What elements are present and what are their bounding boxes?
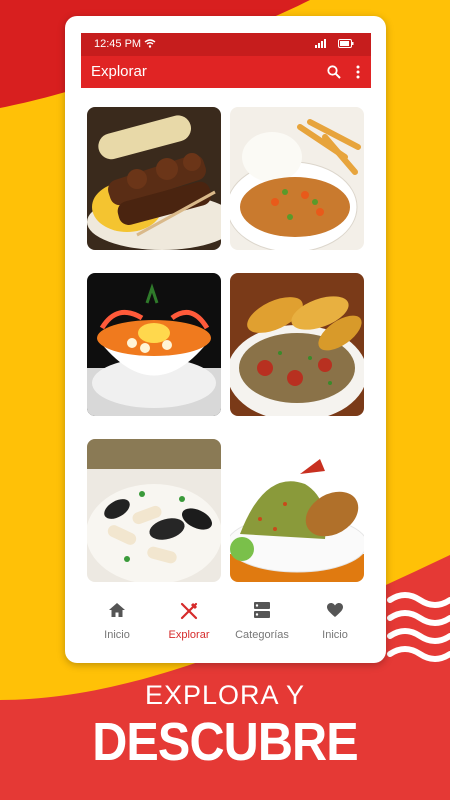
nav-label: Inicio [322, 629, 348, 641]
nav-label: Categorías [235, 629, 289, 641]
nav-item-explorar[interactable]: Explorar [153, 602, 225, 646]
battery-icon [338, 39, 354, 51]
promo-line-2: DESCUBRE [92, 712, 358, 772]
heart-icon [299, 602, 371, 622]
search-icon[interactable] [327, 65, 341, 84]
chupe-dish[interactable] [87, 273, 221, 416]
home-icon [81, 602, 153, 622]
nav-item-categorias[interactable]: Categorías [226, 602, 298, 646]
tallarin-dish[interactable] [230, 107, 364, 250]
nav-item-inicio[interactable]: Inicio [81, 602, 153, 646]
utensils-icon [153, 602, 225, 622]
nav-item-favoritos[interactable]: Inicio [299, 602, 371, 646]
bottom-nav: Inicio Explorar Categorías Inicio [81, 598, 371, 653]
app-screen: 12:45 PM Explorar Inicio Explorar Catego… [81, 33, 371, 653]
promo-line-1: EXPLORA Y [144, 680, 306, 710]
app-bar: Explorar [81, 56, 371, 88]
dish-grid [87, 107, 365, 585]
seafood-dish[interactable] [87, 439, 221, 582]
status-bar: 12:45 PM [81, 33, 371, 56]
page-title: Explorar [91, 63, 147, 80]
status-time: 12:45 PM [94, 38, 142, 50]
more-vert-icon[interactable] [356, 65, 360, 84]
nav-label: Explorar [168, 629, 210, 641]
wifi-icon [144, 38, 156, 51]
tacu-tacu-dish[interactable] [230, 273, 364, 416]
signal-icon [315, 39, 329, 51]
arroz-con-pato-dish[interactable] [230, 439, 364, 582]
categories-icon [226, 602, 298, 622]
nav-label: Inicio [104, 629, 130, 641]
anticuchos-dish[interactable] [87, 107, 221, 250]
